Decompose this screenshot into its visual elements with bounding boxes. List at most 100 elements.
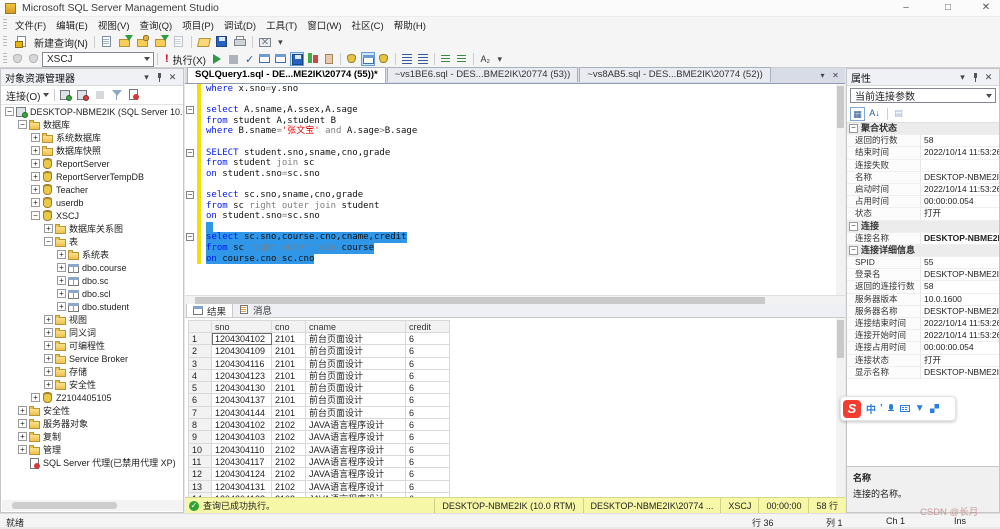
property-row[interactable]: 连接失败 [847,160,999,172]
open-database-icon[interactable] [136,35,150,49]
tree-item[interactable]: +服务器对象 [1,417,183,430]
table-cell[interactable]: 前台页面设计 [306,370,406,382]
property-row[interactable]: 连接结束时间2022/10/14 11:53:26 [847,318,999,330]
column-header[interactable]: credit [406,320,450,333]
tree-item[interactable]: +安全性 [1,378,183,391]
row-number[interactable]: 2 [188,345,212,357]
table-cell[interactable]: 2102 [272,419,306,431]
execution-plan-icon[interactable] [306,52,320,66]
expand-icon[interactable]: + [44,367,53,376]
row-number[interactable]: 8 [188,419,212,431]
menu-item[interactable]: 项目(P) [180,16,216,34]
menu-item[interactable]: 调试(D) [222,16,258,34]
property-row[interactable]: 结束时间2022/10/14 11:53:26 [847,147,999,159]
row-number[interactable]: 5 [188,382,212,394]
table-cell[interactable]: 1204304116 [212,358,272,370]
uncomment-icon[interactable] [455,52,469,66]
tree-item[interactable]: +dbo.sc [1,274,183,287]
expand-icon[interactable]: + [18,445,27,454]
object-explorer-hscrollbar[interactable] [2,500,183,511]
results-to-grid-icon[interactable] [361,52,375,66]
tree-item[interactable]: +ReportServerTempDB [1,170,183,183]
table-cell[interactable]: 6 [406,407,450,419]
client-statistics-icon[interactable] [322,52,336,66]
table-cell[interactable]: 6 [406,370,450,382]
menu-item[interactable]: 查询(Q) [137,16,174,34]
editor-hscrollbar[interactable] [185,295,845,304]
table-cell[interactable]: 1204304102 [212,333,272,345]
menu-item[interactable]: 文件(F) [13,16,48,34]
tab-messages[interactable]: 消息 [233,303,278,317]
property-row[interactable]: 服务器名称DESKTOP-NBME2IK [847,306,999,318]
table-cell[interactable]: 6 [406,431,450,443]
table-cell[interactable]: JAVA语言程序设计 [306,419,406,431]
expand-icon[interactable]: + [31,198,40,207]
tree-item[interactable]: −数据库 [1,118,183,131]
menu-item[interactable]: 工具(T) [264,16,299,34]
row-number[interactable]: 7 [188,407,212,419]
table-cell[interactable]: JAVA语言程序设计 [306,481,406,493]
ime-keyboard-icon[interactable] [900,405,910,412]
property-row[interactable]: 状态打开 [847,208,999,220]
debug-play-icon[interactable] [213,54,221,64]
window-position-icon[interactable]: ▾ [140,70,153,85]
table-cell[interactable]: 2102 [272,468,306,480]
parse-check-icon[interactable]: ✓ [245,53,254,66]
script-error-icon[interactable] [128,88,142,102]
expand-icon[interactable]: + [44,315,53,324]
filter-icon[interactable] [110,88,124,102]
table-cell[interactable]: JAVA语言程序设计 [306,468,406,480]
table-cell[interactable]: 1204304144 [212,407,272,419]
property-row[interactable]: 连接状态打开 [847,355,999,367]
expand-icon[interactable]: + [44,341,53,350]
table-cell[interactable]: 前台页面设计 [306,333,406,345]
ime-chinese-mode-icon[interactable]: 中 [866,401,876,416]
intellisense-icon[interactable] [274,52,288,66]
property-row[interactable]: 连接占用时间00:00:00.054 [847,342,999,354]
expand-icon[interactable]: + [57,276,66,285]
tree-item[interactable]: +userdb [1,196,183,209]
expand-icon[interactable]: + [44,328,53,337]
table-cell[interactable]: JAVA语言程序设计 [306,456,406,468]
close-button[interactable]: ✕ [971,0,1000,16]
document-tab[interactable]: SQLQuery1.sql - DE...ME2IK\20774 (55))* [187,67,386,83]
tree-item[interactable]: +dbo.student [1,300,183,313]
tree-item[interactable]: +数据库关系图 [1,222,183,235]
mail-icon[interactable] [258,35,272,49]
ime-mic-icon[interactable] [888,404,894,413]
comment-icon[interactable] [439,52,453,66]
expand-icon[interactable]: + [31,185,40,194]
property-row[interactable]: 返回的连接行数58 [847,281,999,293]
properties-object-combobox[interactable]: 当前连接参数 [850,88,996,103]
close-document-icon[interactable]: ✕ [829,68,842,83]
table-cell[interactable]: 6 [406,493,450,497]
new-query-button[interactable]: 新建查询(N) [10,34,91,51]
register-server-icon[interactable] [77,89,90,102]
new-file-icon[interactable] [100,35,114,49]
table-cell[interactable]: 1204304130 [212,382,272,394]
tree-item[interactable]: +系统表 [1,248,183,261]
ime-toolbox-icon[interactable] [930,404,939,413]
tab-results[interactable]: 结果 [186,303,233,317]
table-cell[interactable]: 1204304123 [212,370,272,382]
tree-item[interactable]: +Z2104405105 [1,391,183,404]
menu-item[interactable]: 视图(V) [96,16,132,34]
table-cell[interactable]: 2102 [272,481,306,493]
table-cell[interactable]: 6 [406,382,450,394]
expand-icon[interactable]: + [31,393,40,402]
results-to-file2-icon[interactable] [377,52,391,66]
table-cell[interactable]: 2102 [272,444,306,456]
ime-punctuation-icon[interactable]: ’ [880,403,883,414]
save-icon[interactable] [215,35,229,49]
row-number[interactable]: 4 [188,370,212,382]
table-cell[interactable]: 2101 [272,394,306,406]
expand-icon[interactable]: + [31,133,40,142]
open-file-icon[interactable] [197,35,211,49]
tree-item[interactable]: +安全性 [1,404,183,417]
expand-icon[interactable]: + [57,289,66,298]
collapse-icon[interactable]: − [31,211,40,220]
tree-item[interactable]: +复制 [1,430,183,443]
connect-button[interactable]: 连接(O) [4,87,51,104]
table-cell[interactable]: 1204304124 [212,468,272,480]
property-row[interactable]: 占用时间00:00:00.054 [847,196,999,208]
